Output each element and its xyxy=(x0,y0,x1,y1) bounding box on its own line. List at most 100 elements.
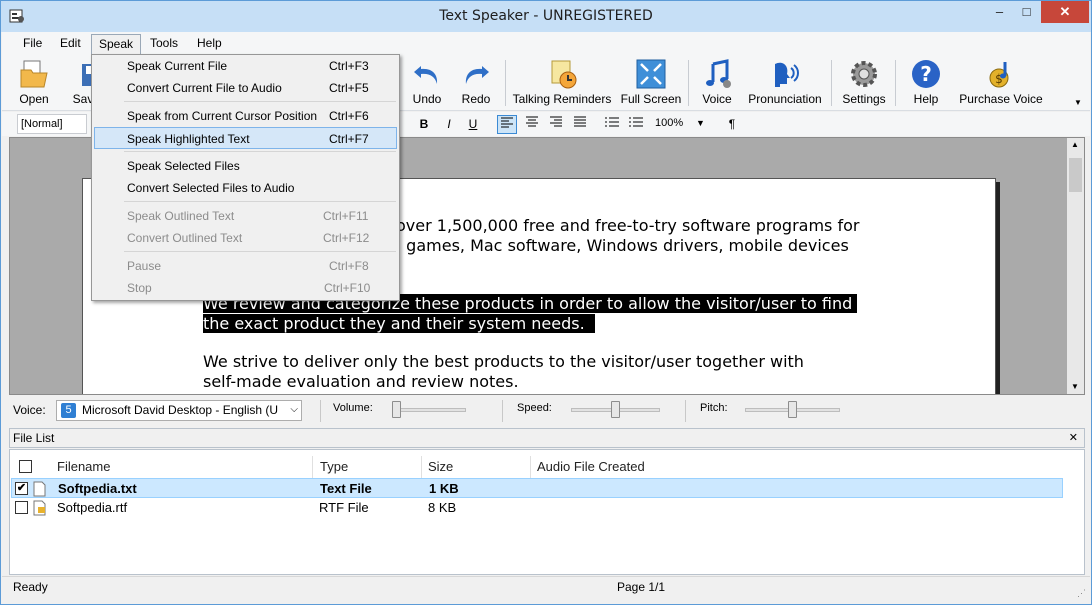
status-text: Ready xyxy=(13,580,48,594)
talking-reminders-button[interactable]: Talking Reminders xyxy=(511,58,613,110)
voice-button[interactable]: Voice xyxy=(695,58,739,110)
align-right-icon xyxy=(550,116,562,127)
column-header-type[interactable]: Type xyxy=(320,456,348,478)
settings-label: Settings xyxy=(842,92,886,106)
menu-item-speak-highlighted-text[interactable]: Speak Highlighted Text Ctrl+F7 xyxy=(94,127,397,149)
close-button[interactable]: ✕ xyxy=(1041,1,1089,23)
row-filename: Softpedia.txt xyxy=(58,481,137,496)
settings-button[interactable]: Settings xyxy=(839,58,889,110)
highlighted-text: the exact product they and their system … xyxy=(203,314,595,333)
row-type: RTF File xyxy=(319,500,369,515)
column-separator[interactable] xyxy=(421,456,422,480)
open-folder-icon xyxy=(20,60,48,88)
bullets-button[interactable] xyxy=(602,115,622,134)
select-all-checkbox[interactable] xyxy=(19,460,32,473)
redo-button[interactable]: Redo xyxy=(454,58,498,110)
full-screen-button[interactable]: Full Screen xyxy=(619,58,683,110)
menu-item-convert-selected-files[interactable]: Convert Selected Files to Audio xyxy=(94,177,397,199)
bullet-list-icon xyxy=(605,117,619,127)
menu-item-convert-outlined-text[interactable]: Convert Outlined Text Ctrl+F12 xyxy=(94,227,397,249)
doc-line: over 1,500,000 free and free-to-try soft… xyxy=(396,216,860,235)
column-header-audio-created[interactable]: Audio File Created xyxy=(537,456,645,478)
help-label: Help xyxy=(913,92,939,106)
page-indicator: Page 1/1 xyxy=(617,580,666,594)
scroll-down-icon[interactable]: ▼ xyxy=(1071,382,1079,391)
table-row[interactable]: Softpedia.rtf RTF File 8 KB xyxy=(11,498,1063,518)
align-center-icon xyxy=(526,116,538,127)
minimize-button[interactable]: ‒ xyxy=(986,1,1013,23)
table-row[interactable]: ✔ Softpedia.txt Text File 1 KB xyxy=(11,478,1063,498)
scrollbar-thumb[interactable] xyxy=(1069,158,1082,192)
row-size: 1 KB xyxy=(429,481,459,496)
column-separator[interactable] xyxy=(530,456,531,480)
menu-speak[interactable]: Speak xyxy=(91,34,142,56)
app-window: Text Speaker - UNREGISTERED ‒ □ ✕ File E… xyxy=(0,0,1092,605)
align-center-button[interactable] xyxy=(522,115,542,134)
menu-item-speak-selected-files[interactable]: Speak Selected Files xyxy=(94,155,397,177)
justify-button[interactable] xyxy=(570,115,590,134)
talking-reminders-label: Talking Reminders xyxy=(512,92,612,106)
paragraph-style-select[interactable]: [Normal] xyxy=(17,114,87,134)
speak-menu: Speak Current File Ctrl+F3 Convert Curren… xyxy=(91,54,400,301)
column-separator[interactable] xyxy=(312,456,313,480)
volume-track xyxy=(392,408,466,412)
column-header-filename[interactable]: Filename xyxy=(57,456,110,478)
status-bar: Ready Page 1/1 ⋰ xyxy=(2,576,1090,598)
purchase-voice-button[interactable]: $ Purchase Voice xyxy=(955,58,1047,110)
pitch-slider[interactable] xyxy=(788,401,797,418)
menu-item-speak-from-cursor[interactable]: Speak from Current Cursor Position Ctrl+F… xyxy=(94,105,397,127)
align-right-button[interactable] xyxy=(546,115,566,134)
speed-slider[interactable] xyxy=(611,401,620,418)
menu-separator xyxy=(124,151,396,152)
close-icon[interactable]: ✕ xyxy=(1069,429,1078,447)
menu-bar: File Edit Speak Tools Help xyxy=(2,32,1090,56)
bar-separator xyxy=(320,400,321,422)
help-button[interactable]: ? Help xyxy=(904,58,948,110)
toolbar-separator xyxy=(688,60,689,106)
maximize-button[interactable]: □ xyxy=(1013,1,1040,23)
speed-label: Speed: xyxy=(517,402,552,414)
purchase-voice-label: Purchase Voice xyxy=(959,92,1043,106)
align-left-button[interactable] xyxy=(497,115,517,134)
scroll-up-icon[interactable]: ▲ xyxy=(1071,140,1079,149)
numbered-list-icon xyxy=(629,117,643,127)
show-formatting-button[interactable]: ¶ xyxy=(722,115,742,134)
italic-button[interactable]: I xyxy=(439,115,459,134)
chevron-down-icon: ▼ xyxy=(696,118,705,128)
column-header-size[interactable]: Size xyxy=(428,456,453,478)
help-icon: ? xyxy=(912,60,940,88)
numbering-button[interactable] xyxy=(626,115,646,134)
row-size: 8 KB xyxy=(428,500,457,515)
row-checkbox[interactable]: ✔ xyxy=(15,482,28,495)
menu-tools[interactable]: Tools xyxy=(143,34,185,53)
menu-item-convert-current-file[interactable]: Convert Current File to Audio Ctrl+F5 xyxy=(94,77,397,99)
resize-grip-icon[interactable]: ⋰ xyxy=(1077,583,1086,603)
menu-edit[interactable]: Edit xyxy=(53,34,88,53)
voice-label: Voice xyxy=(702,92,732,106)
menu-file[interactable]: File xyxy=(16,34,49,53)
voice-select[interactable]: 5 Microsoft David Desktop - English (U ⌵ xyxy=(56,400,302,421)
toolbar-overflow-icon[interactable]: ▼ xyxy=(1074,98,1082,107)
row-checkbox[interactable] xyxy=(15,501,28,514)
title-bar: Text Speaker - UNREGISTERED ‒ □ ✕ xyxy=(1,1,1091,32)
underline-button[interactable]: U xyxy=(463,115,483,134)
menu-item-speak-outlined-text[interactable]: Speak Outlined Text Ctrl+F11 xyxy=(94,205,397,227)
bold-button[interactable]: B xyxy=(414,115,434,134)
justify-icon xyxy=(574,116,586,127)
menu-separator xyxy=(124,201,396,202)
zoom-select[interactable]: 100% ▼ xyxy=(652,114,712,134)
music-note-icon xyxy=(706,59,731,88)
menu-item-speak-current-file[interactable]: Speak Current File Ctrl+F3 xyxy=(94,55,397,77)
volume-slider[interactable] xyxy=(392,401,401,418)
menu-help[interactable]: Help xyxy=(190,34,229,53)
menu-item-stop[interactable]: Stop Ctrl+F10 xyxy=(94,277,397,299)
menu-item-pause[interactable]: Pause Ctrl+F8 xyxy=(94,255,397,277)
editor-scrollbar[interactable]: ▲ ▼ xyxy=(1067,138,1084,394)
voice-select-value: Microsoft David Desktop - English (U xyxy=(82,403,279,417)
bar-separator xyxy=(502,400,503,422)
voice-engine-icon: 5 xyxy=(61,403,76,418)
open-button[interactable]: Open xyxy=(12,58,56,110)
purchase-voice-icon: $ xyxy=(989,62,1009,88)
pronunciation-button[interactable]: Pronunciation xyxy=(745,58,825,110)
undo-button[interactable]: Undo xyxy=(405,58,449,110)
